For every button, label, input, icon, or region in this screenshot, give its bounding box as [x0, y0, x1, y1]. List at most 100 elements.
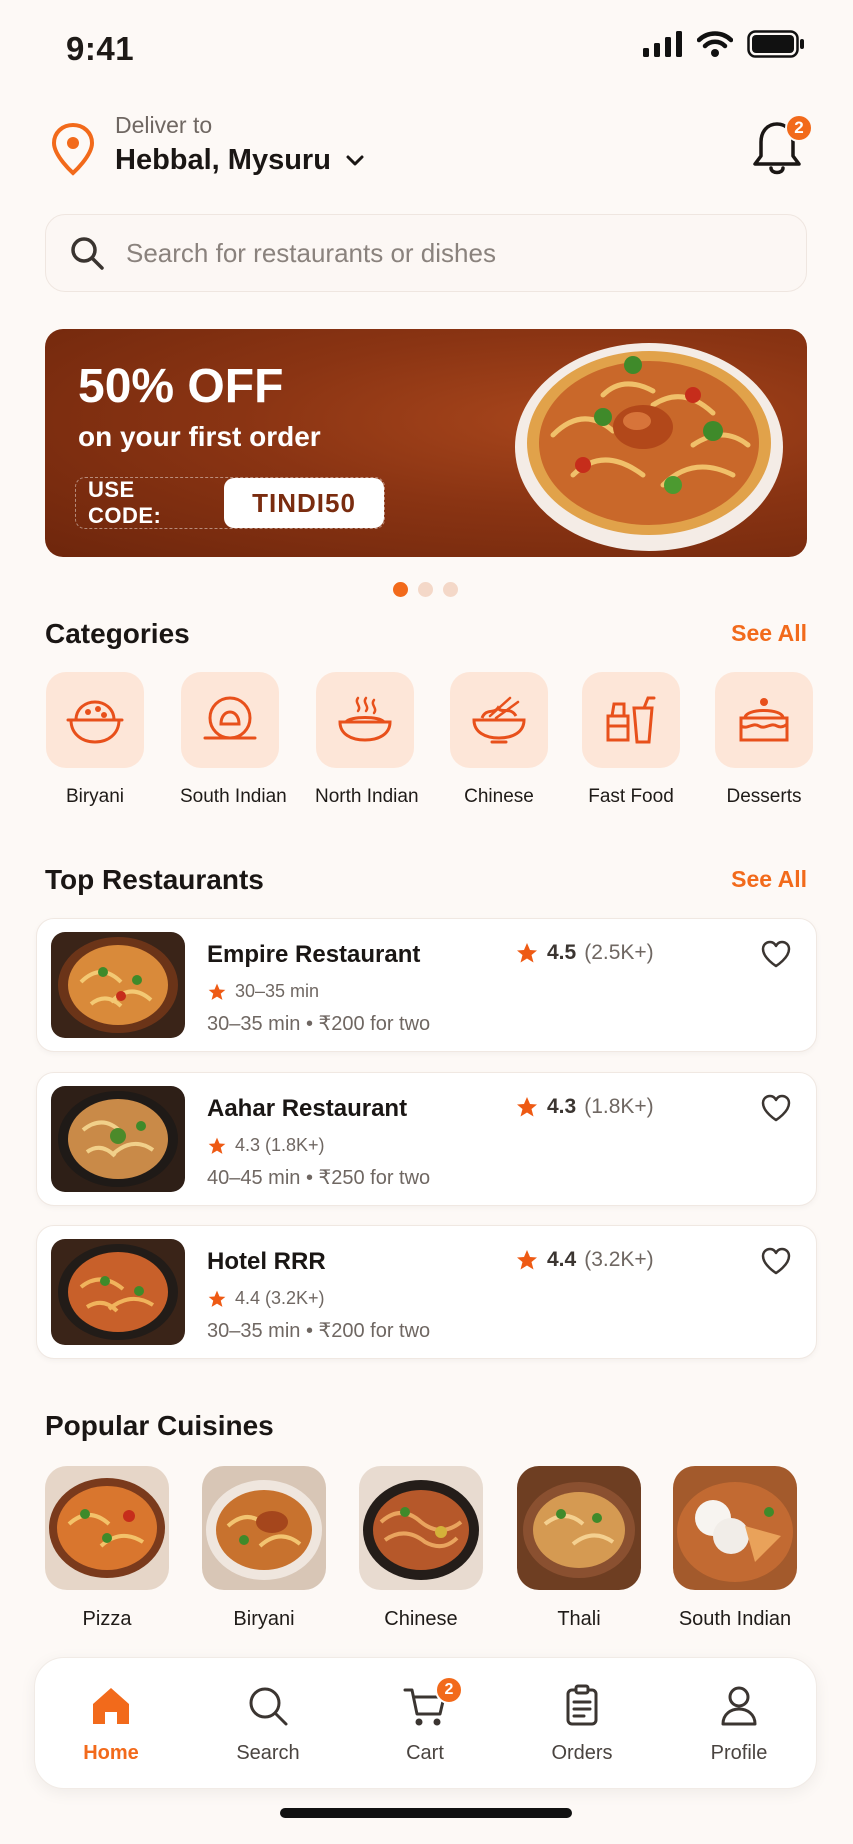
cake-icon [739, 698, 789, 742]
status-icons [643, 30, 805, 58]
star-icon [208, 983, 226, 1000]
restaurant-rating: 4.4 (3.2K+) [515, 1248, 654, 1272]
nav-label: Profile [710, 1742, 768, 1764]
category-tile [316, 672, 414, 768]
restaurant-name: Aahar Restaurant [207, 1095, 408, 1122]
home-indicator[interactable] [280, 1808, 572, 1818]
cuisine-south-indian[interactable]: South Indian [672, 1466, 798, 1631]
restaurant-rating: 4.3 (1.8K+) [515, 1095, 654, 1119]
nav-home[interactable]: Home [51, 1684, 171, 1765]
category-tile [46, 672, 144, 768]
restaurant-card[interactable]: Empire Restaurant 30–35 min 30–35 min • … [36, 918, 817, 1052]
location-pin-icon[interactable] [50, 122, 96, 176]
signal-icon [643, 31, 682, 57]
nav-label: Search [236, 1742, 300, 1764]
cuisine-image [45, 1466, 169, 1590]
cuisine-image [359, 1466, 483, 1590]
nav-label: Home [83, 1742, 139, 1764]
carousel-dot-3[interactable] [443, 582, 458, 597]
deliver-to-label: Deliver to [115, 112, 213, 138]
restaurant-name: Empire Restaurant [207, 941, 421, 968]
restaurant-meta-line1: 30–35 min [207, 981, 319, 1002]
cuisine-label: Biryani [233, 1608, 295, 1630]
restaurant-image [51, 1239, 185, 1345]
star-icon [517, 1250, 537, 1270]
fast-food-icon [606, 696, 656, 744]
cuisine-thali[interactable]: Thali [516, 1466, 642, 1631]
cuisine-pizza[interactable]: Pizza [44, 1466, 170, 1631]
nav-profile[interactable]: Profile [679, 1684, 799, 1765]
nav-orders[interactable]: Orders [522, 1684, 642, 1765]
cuisine-image [517, 1466, 641, 1590]
biryani-icon [66, 700, 124, 744]
nav-label: Cart [406, 1742, 444, 1764]
star-icon [208, 1290, 226, 1307]
restaurant-image [51, 1086, 185, 1192]
categories-see-all-link[interactable]: See All [731, 620, 807, 647]
restaurant-meta-line1: 4.3 (1.8K+) [207, 1135, 325, 1156]
battery-icon [747, 30, 804, 58]
chevron-down-icon [346, 155, 364, 165]
promo-code-value: TINDI50 [224, 478, 384, 528]
star-icon [208, 1137, 226, 1154]
restaurant-delivery-info: 40–45 min • ₹250 for two [207, 1167, 431, 1189]
cuisine-label: Pizza [82, 1608, 132, 1630]
orders-icon [566, 1684, 598, 1726]
cuisine-image [673, 1466, 797, 1590]
star-icon [517, 1097, 537, 1117]
carousel-indicator [393, 582, 458, 597]
category-label: South Indian [180, 786, 287, 807]
heart-icon[interactable] [760, 1093, 792, 1123]
category-desserts[interactable]: Desserts [714, 672, 814, 808]
category-north-indian[interactable]: North Indian [315, 672, 419, 808]
cuisine-label: Chinese [384, 1608, 458, 1630]
category-fast-food[interactable]: Fast Food [581, 672, 681, 808]
cuisine-label: Thali [557, 1608, 601, 1630]
location-selector[interactable]: Hebbal, Mysuru [115, 144, 365, 177]
nav-search[interactable]: Search [208, 1684, 328, 1765]
category-tile [450, 672, 548, 768]
restaurant-meta-line1: 4.4 (3.2K+) [207, 1288, 325, 1309]
star-icon [517, 943, 537, 963]
category-chinese[interactable]: Chinese [449, 672, 549, 808]
category-biryani[interactable]: Biryani [45, 672, 145, 808]
curry-bowl-icon [338, 696, 392, 742]
category-label: North Indian [315, 786, 419, 807]
cuisine-image [202, 1466, 326, 1590]
restaurant-card[interactable]: Hotel RRR 4.4 (3.2K+) 30–35 min • ₹200 f… [36, 1225, 817, 1359]
heart-icon[interactable] [760, 1246, 792, 1276]
cuisine-label: South Indian [678, 1608, 792, 1630]
search-bar[interactable]: Search for restaurants or dishes [45, 214, 807, 292]
wifi-icon [697, 31, 733, 57]
category-tile [181, 672, 279, 768]
promo-code-box[interactable]: USE CODE: TINDI50 [75, 477, 385, 529]
dosa-icon [203, 696, 257, 740]
food-bowl-image [515, 343, 783, 551]
promo-banner[interactable]: 50% OFF on your first order USE CODE: TI… [45, 329, 807, 557]
home-icon [93, 1688, 129, 1724]
heart-icon[interactable] [760, 939, 792, 969]
category-tile [715, 672, 813, 768]
banner-subtitle: on your first order [78, 421, 321, 452]
popular-cuisines-title: Popular Cuisines [45, 1410, 274, 1441]
promo-code-label: USE CODE: [88, 477, 162, 528]
carousel-dot-2[interactable] [418, 582, 433, 597]
top-restaurants-title: Top Restaurants [45, 864, 264, 895]
restaurants-see-all-link[interactable]: See All [731, 866, 807, 893]
restaurant-delivery-info: 30–35 min • ₹200 for two [207, 1320, 431, 1342]
cuisine-chinese[interactable]: Chinese [358, 1466, 484, 1631]
nav-cart[interactable]: 2 Cart [365, 1676, 485, 1765]
bottom-navigation: Home Search 2 Cart Orders Profile [34, 1657, 817, 1789]
restaurant-card[interactable]: Aahar Restaurant 4.3 (1.8K+) 40–45 min •… [36, 1072, 817, 1206]
restaurant-image [51, 932, 185, 1038]
search-placeholder: Search for restaurants or dishes [126, 237, 496, 268]
location-name: Hebbal, Mysuru [115, 144, 331, 176]
category-label: Fast Food [588, 786, 674, 807]
carousel-dot-1[interactable] [393, 582, 408, 597]
category-label: Desserts [726, 786, 802, 807]
status-time: 9:41 [66, 30, 135, 67]
cuisine-biryani[interactable]: Biryani [201, 1466, 327, 1631]
restaurant-name: Hotel RRR [207, 1248, 326, 1275]
notification-badge: 2 [785, 114, 813, 142]
category-south-indian[interactable]: South Indian [180, 672, 287, 808]
